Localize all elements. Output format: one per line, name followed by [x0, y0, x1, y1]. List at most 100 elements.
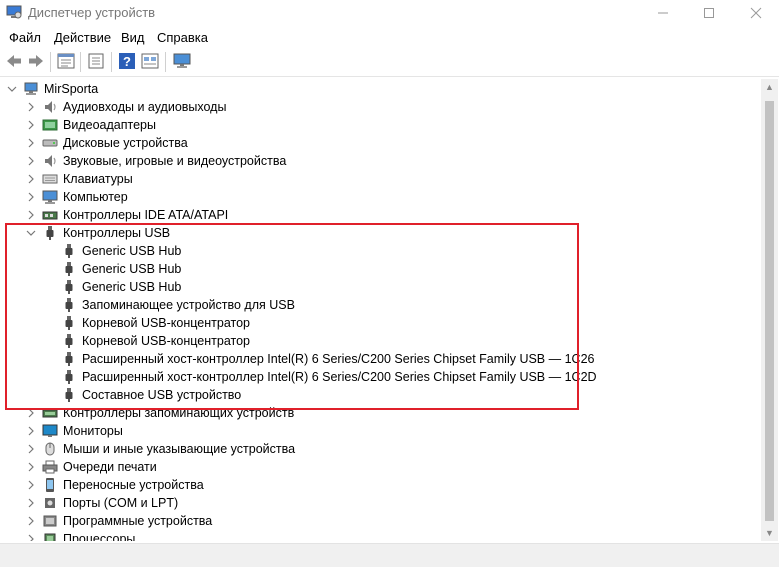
tree-item-label: MirSporta — [44, 82, 99, 96]
tree-item-label: Generic USB Hub — [82, 244, 182, 258]
menu-file[interactable]: Файл — [9, 30, 41, 45]
properties-icon[interactable] — [56, 52, 76, 70]
processor-icon — [44, 533, 56, 541]
expand-chevron-icon[interactable] — [25, 116, 37, 134]
expand-chevron-icon[interactable] — [25, 440, 37, 458]
expand-chevron-icon[interactable] — [25, 404, 37, 422]
toolbar-separator — [80, 52, 81, 72]
tree-item-label: Расширенный хост-контроллер Intel(R) 6 S… — [82, 370, 597, 384]
toolbar-separator — [111, 52, 112, 72]
scrollbar-thumb[interactable] — [765, 101, 774, 521]
mouse-icon — [45, 442, 55, 456]
usb-icon — [46, 226, 54, 240]
tree-item-label: Generic USB Hub — [82, 280, 182, 294]
menu-view[interactable]: Вид — [121, 30, 145, 45]
help-icon[interactable]: ? — [117, 52, 137, 70]
expand-chevron-icon[interactable] — [25, 152, 37, 170]
usb-icon — [65, 388, 73, 402]
scroll-down-icon[interactable]: ▼ — [761, 525, 778, 541]
disk-drive-icon — [42, 139, 58, 147]
update-driver-icon[interactable] — [86, 52, 106, 70]
expand-chevron-icon[interactable] — [25, 134, 37, 152]
device-tree: MirSporta Аудиовходы и аудиовыходы Видеоад… — [0, 79, 760, 541]
usb-icon — [65, 262, 73, 276]
tree-item-label: Контроллеры запоминающих устройств — [63, 406, 295, 420]
expand-chevron-icon[interactable] — [25, 530, 37, 541]
ide-controller-icon — [42, 211, 58, 220]
port-icon — [45, 498, 55, 508]
usb-icon — [65, 334, 73, 348]
minimize-icon[interactable] — [640, 0, 686, 26]
tree-item-label: Очереди печати — [63, 460, 157, 474]
usb-icon — [65, 370, 73, 384]
tree-item-label: Дисковые устройства — [63, 136, 188, 150]
expand-chevron-icon[interactable] — [25, 98, 37, 116]
tree-item-label: Составное USB устройство — [82, 388, 242, 402]
tree-item-label: Порты (COM и LPT) — [63, 496, 179, 510]
menu-bar: Файл Действие Вид Справка — [0, 26, 779, 48]
computer-root-icon — [24, 82, 38, 95]
tree-item-label: Расширенный хост-контроллер Intel(R) 6 S… — [82, 352, 595, 366]
back-icon[interactable] — [4, 52, 24, 70]
computer-icon — [42, 190, 58, 204]
forward-icon[interactable] — [26, 52, 46, 70]
expand-chevron-icon[interactable] — [25, 188, 37, 206]
toolbar-separator — [165, 52, 166, 72]
tree-item-label: Процессоры — [63, 532, 136, 541]
tree-item-label: Компьютер — [63, 190, 128, 204]
portable-device-icon — [46, 478, 54, 492]
tree-item-label: Мыши и иные указывающие устройства — [63, 442, 296, 456]
tree-item-label: Запоминающее устройство для USB — [82, 298, 295, 312]
expand-chevron-icon[interactable] — [25, 476, 37, 494]
speaker-icon — [45, 155, 56, 167]
expand-chevron-icon[interactable] — [25, 206, 37, 224]
monitor-icon — [42, 424, 58, 437]
expand-chevron-icon[interactable] — [25, 494, 37, 512]
collapse-chevron-icon[interactable] — [25, 224, 37, 242]
device-manager-app-icon — [6, 5, 22, 19]
tree-item-label: Generic USB Hub — [82, 262, 182, 276]
expand-chevron-icon[interactable] — [25, 512, 37, 530]
menu-action[interactable]: Действие — [54, 30, 111, 45]
tree-item-label: Контроллеры IDE ATA/ATAPI — [63, 208, 229, 222]
vertical-scrollbar[interactable]: ▲ ▼ — [761, 79, 778, 541]
tree-item-label: Мониторы — [63, 424, 123, 438]
display-adapter-icon — [42, 119, 58, 131]
window-title: Диспетчер устройств — [28, 5, 156, 20]
expand-chevron-icon[interactable] — [25, 170, 37, 188]
usb-icon — [65, 280, 73, 294]
tree-item-label: Звуковые, игровые и видеоустройства — [63, 154, 287, 168]
collapse-chevron-icon[interactable] — [6, 80, 18, 98]
horizontal-scrollbar[interactable] — [0, 543, 779, 567]
printer-icon — [42, 460, 58, 474]
software-device-icon — [43, 515, 57, 527]
tree-item-label: Контроллеры USB — [63, 226, 171, 240]
usb-icon — [65, 352, 73, 366]
close-icon[interactable] — [733, 0, 779, 26]
view-icon[interactable] — [140, 52, 160, 70]
tree-item-label: Корневой USB-концентратор — [82, 334, 250, 348]
title-bar: Диспетчер устройств — [0, 0, 779, 26]
keyboard-icon — [42, 174, 58, 184]
tree-item-label: Корневой USB-концентратор — [82, 316, 250, 330]
device-manager-window: Диспетчер устройств Файл Действие Вид Сп… — [0, 0, 779, 567]
tree-item-label: Аудиовходы и аудиовыходы — [63, 100, 227, 114]
menu-help[interactable]: Справка — [157, 30, 208, 45]
tree-item-label: Переносные устройства — [63, 478, 204, 492]
toolbar: ? — [0, 48, 779, 77]
scroll-up-icon[interactable]: ▲ — [761, 79, 778, 95]
toolbar-separator — [50, 52, 51, 72]
expand-chevron-icon[interactable] — [25, 458, 37, 476]
speaker-icon — [45, 101, 56, 113]
storage-controller-icon — [42, 409, 58, 418]
maximize-icon[interactable] — [686, 0, 732, 26]
monitor-scan-icon[interactable] — [172, 52, 192, 70]
tree-item-label: Видеоадаптеры — [63, 118, 156, 132]
usb-icon — [65, 244, 73, 258]
usb-icon — [65, 316, 73, 330]
svg-text:?: ? — [123, 54, 131, 69]
expand-chevron-icon[interactable] — [25, 422, 37, 440]
tree-item-label: Программные устройства — [63, 514, 213, 528]
tree-item-label: Клавиатуры — [63, 172, 133, 186]
usb-icon — [65, 298, 73, 312]
